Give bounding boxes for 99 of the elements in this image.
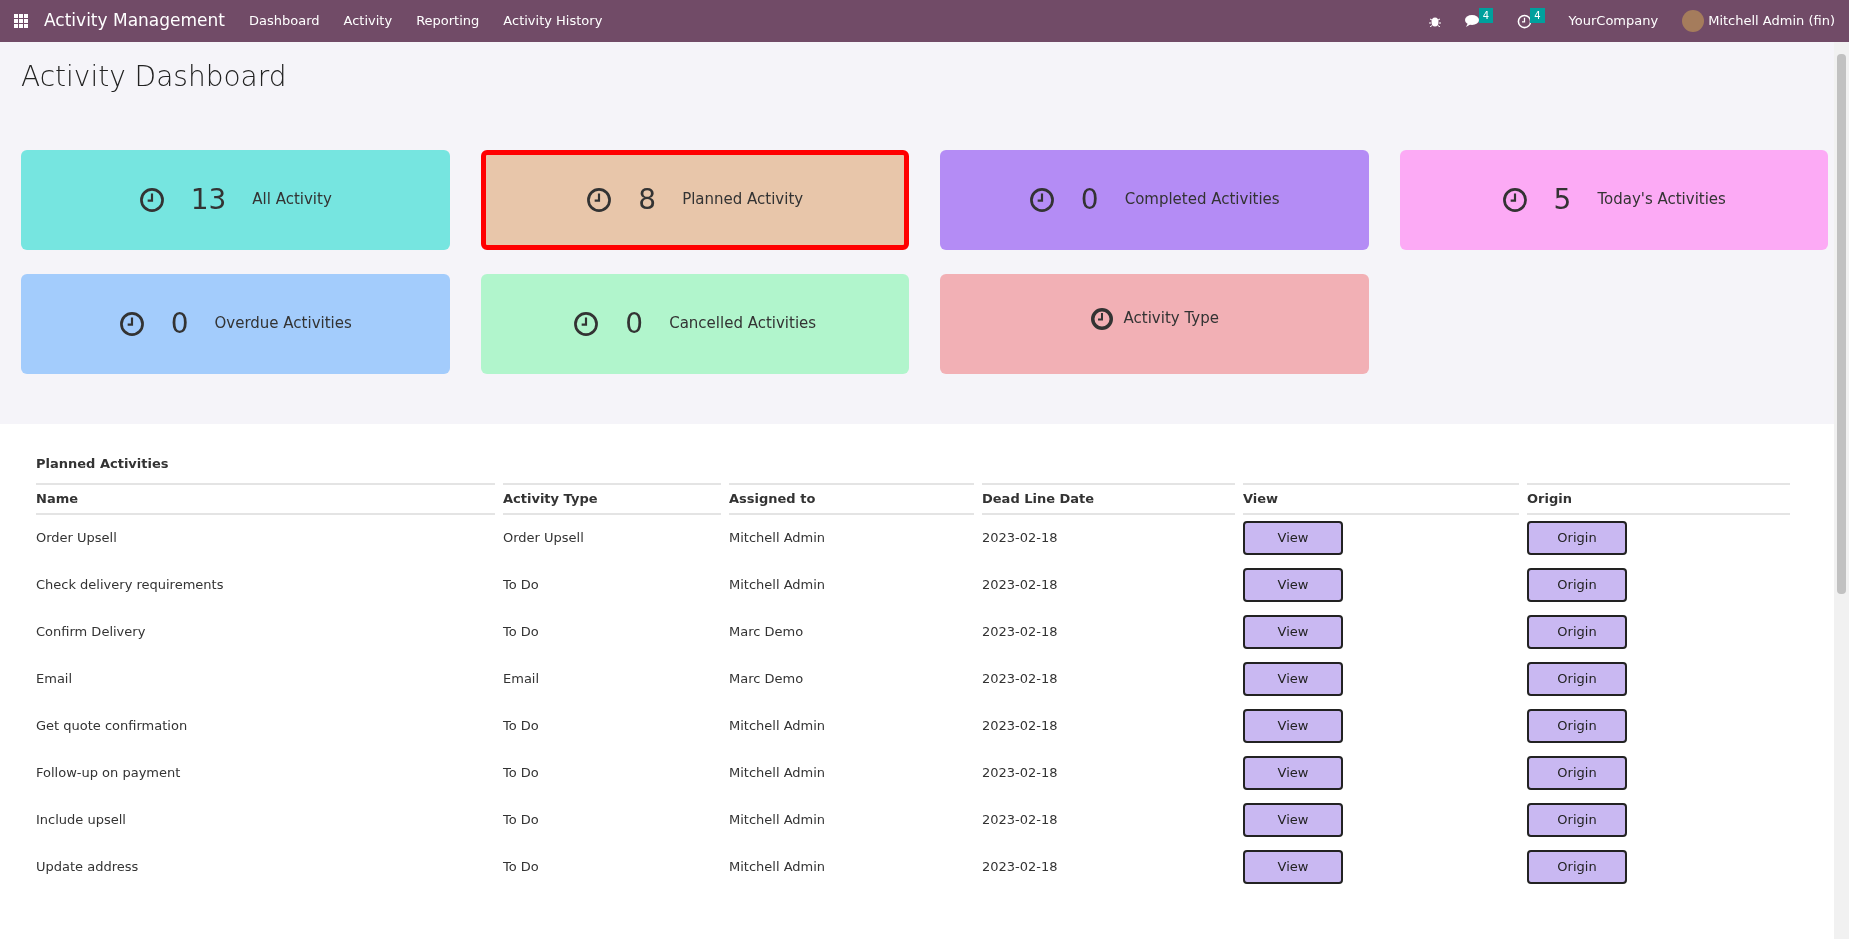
clock-icon	[118, 310, 145, 337]
table-cell-text: Email	[503, 670, 540, 689]
table-cell-text: 2023-02-18	[982, 623, 1058, 642]
table-cell-text: To Do	[503, 764, 539, 783]
view-button[interactable]: View	[1243, 662, 1343, 697]
app-grid-icon[interactable]	[14, 14, 28, 28]
table-cell-text: Get quote confirmation	[36, 717, 188, 736]
table-cell-text: Marc Demo	[729, 670, 804, 689]
clock-icon	[138, 186, 165, 213]
table-cell-text: Mitchell Admin	[729, 717, 826, 736]
clock-icon	[573, 310, 600, 337]
view-button[interactable]: View	[1243, 521, 1343, 556]
view-button[interactable]: View	[1243, 803, 1343, 838]
card-label: Completed Activities	[1124, 189, 1280, 211]
table-title: Planned Activities	[36, 454, 170, 473]
dashboard-card[interactable]: 5 Today's Activities	[1399, 149, 1828, 250]
view-button[interactable]: View	[1243, 709, 1343, 744]
clock-icon	[1501, 186, 1528, 213]
table-cell-text: Update address	[36, 858, 139, 877]
table-cell-text: 2023-02-18	[982, 576, 1058, 595]
origin-button[interactable]: Origin	[1527, 615, 1627, 650]
table-cell-text: Email	[36, 670, 73, 689]
card-label: Activity Type	[1123, 308, 1219, 330]
menu-item[interactable]: Reporting	[416, 11, 480, 31]
table-cell-text: 2023-02-18	[982, 764, 1058, 783]
origin-button[interactable]: Origin	[1527, 709, 1627, 744]
message-count-badge: 4	[1478, 7, 1494, 23]
origin-button[interactable]: Origin	[1527, 662, 1627, 697]
table-cell-text: To Do	[503, 623, 539, 642]
table-cell-text: 2023-02-18	[982, 529, 1058, 548]
table-cell-text: Check delivery requirements	[36, 576, 224, 595]
dashboard-card[interactable]: 0 Completed Activities	[940, 149, 1369, 250]
dashboard-card[interactable]: Activity Type	[940, 273, 1369, 374]
scrollbar[interactable]	[1834, 42, 1849, 939]
card-count: 5	[1553, 181, 1572, 218]
origin-button[interactable]: Origin	[1527, 756, 1627, 791]
dashboard-card[interactable]: 13 All Activity	[21, 149, 450, 250]
table-cell-text: To Do	[503, 858, 539, 877]
table-cell-text: Order Upsell	[36, 529, 117, 548]
menu-item[interactable]: Activity History	[503, 11, 603, 31]
card-count: 13	[190, 181, 227, 218]
menu-item[interactable]: Activity	[343, 11, 393, 31]
card-count: 0	[170, 305, 189, 342]
clock-icon	[586, 186, 613, 213]
card-label: Cancelled Activities	[669, 313, 817, 335]
table-cell-text: Marc Demo	[729, 623, 804, 642]
dashboard-card[interactable]: 8 Planned Activity	[480, 149, 909, 250]
app-name[interactable]: Activity Management	[44, 8, 225, 34]
table-cell-text: Include upsell	[36, 811, 126, 830]
origin-button[interactable]: Origin	[1527, 850, 1627, 885]
card-label: All Activity	[252, 189, 332, 211]
table-cell-text: Follow-up on payment	[36, 764, 181, 783]
dashboard-card[interactable]: 0 Cancelled Activities	[480, 273, 909, 374]
activity-count-badge: 4	[1530, 7, 1545, 23]
origin-button[interactable]: Origin	[1527, 568, 1627, 603]
avatar	[1682, 10, 1705, 32]
column-header: Name	[36, 483, 495, 515]
user-menu[interactable]: Mitchell Admin (fin)	[1708, 11, 1835, 31]
table-cell-text: Mitchell Admin	[729, 858, 826, 877]
table-cell-text: To Do	[503, 811, 539, 830]
table-cell-text: Order Upsell	[503, 529, 584, 548]
card-count: 0	[625, 305, 644, 342]
column-header: Dead Line Date	[982, 483, 1235, 515]
scrollbar-thumb[interactable]	[1837, 54, 1846, 594]
view-button[interactable]: View	[1243, 756, 1343, 791]
view-button[interactable]: View	[1243, 615, 1343, 650]
view-button[interactable]: View	[1243, 568, 1343, 603]
column-header: Origin	[1527, 483, 1790, 515]
menu-item[interactable]: Dashboard	[248, 11, 320, 31]
company-switcher[interactable]: YourCompany	[1568, 11, 1659, 31]
card-label: Overdue Activities	[214, 313, 352, 335]
column-header: View	[1243, 483, 1519, 515]
card-label: Today's Activities	[1597, 189, 1726, 211]
column-header: Activity Type	[503, 483, 721, 515]
clock-icon	[1517, 13, 1533, 29]
column-header: Assigned to	[729, 483, 974, 515]
table-cell-text: 2023-02-18	[982, 670, 1058, 689]
origin-button[interactable]: Origin	[1527, 803, 1627, 838]
origin-button[interactable]: Origin	[1527, 521, 1627, 556]
view-button[interactable]: View	[1243, 850, 1343, 885]
table-cell-text: To Do	[503, 717, 539, 736]
table-cell-text: 2023-02-18	[982, 858, 1058, 877]
card-count: 8	[638, 181, 657, 218]
table-cell-text: Mitchell Admin	[729, 529, 826, 548]
table-cell-text: To Do	[503, 576, 539, 595]
table-cell-text: Mitchell Admin	[729, 811, 826, 830]
table-cell-text: Mitchell Admin	[729, 764, 826, 783]
table-cell-text: Confirm Delivery	[36, 623, 146, 642]
table-cell-text: 2023-02-18	[982, 811, 1058, 830]
table-cell-text: 2023-02-18	[982, 717, 1058, 736]
chat-icon[interactable]	[1464, 14, 1481, 28]
clock-icon	[1089, 306, 1114, 331]
card-count: 0	[1080, 181, 1099, 218]
bug-icon[interactable]	[1428, 15, 1441, 27]
table-cell-text: Mitchell Admin	[729, 576, 826, 595]
card-label: Planned Activity	[682, 189, 804, 211]
dashboard-card[interactable]: 0 Overdue Activities	[21, 273, 450, 374]
clock-icon	[1028, 186, 1055, 213]
page-title: Activity Dashboard	[21, 60, 288, 94]
